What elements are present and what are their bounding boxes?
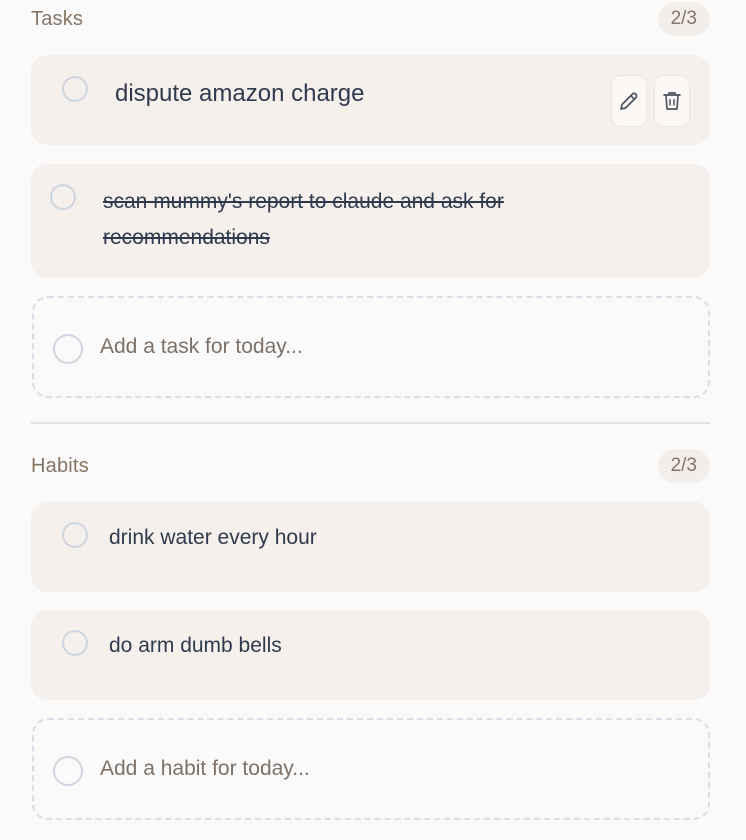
add-habit-input[interactable] bbox=[100, 720, 660, 818]
add-task-row bbox=[32, 296, 710, 398]
habit-text: drink water every hour bbox=[109, 526, 317, 549]
add-task-circle bbox=[53, 334, 83, 364]
add-habit-row bbox=[32, 718, 710, 820]
tasks-header: Tasks 2/3 bbox=[31, 2, 710, 36]
edit-task-button[interactable] bbox=[611, 75, 647, 127]
task-checkbox[interactable] bbox=[62, 76, 88, 102]
section-divider bbox=[31, 422, 710, 424]
habits-section-title: Habits bbox=[31, 454, 89, 477]
habits-count-badge: 2/3 bbox=[657, 449, 710, 483]
pencil-icon bbox=[620, 92, 638, 110]
task-item[interactable]: scan mummy's report to claude and ask fo… bbox=[31, 164, 710, 278]
add-task-input[interactable] bbox=[100, 298, 660, 396]
habit-item[interactable]: do arm dumb bells bbox=[31, 610, 710, 700]
tasks-count-badge: 2/3 bbox=[657, 2, 710, 36]
tasks-section-title: Tasks bbox=[31, 7, 84, 30]
habit-checkbox[interactable] bbox=[62, 630, 88, 656]
task-item[interactable]: dispute amazon charge bbox=[31, 55, 710, 145]
task-checkbox[interactable] bbox=[50, 184, 76, 210]
habit-item[interactable]: drink water every hour bbox=[31, 502, 710, 592]
delete-task-button[interactable] bbox=[654, 75, 690, 127]
task-text: dispute amazon charge bbox=[115, 80, 365, 107]
task-text: scan mummy's report to claude and ask fo… bbox=[103, 190, 504, 249]
habits-header: Habits 2/3 bbox=[31, 449, 710, 483]
habit-checkbox[interactable] bbox=[62, 522, 88, 548]
trash-icon bbox=[663, 92, 681, 110]
add-habit-circle bbox=[53, 756, 83, 786]
habit-text: do arm dumb bells bbox=[109, 634, 282, 657]
